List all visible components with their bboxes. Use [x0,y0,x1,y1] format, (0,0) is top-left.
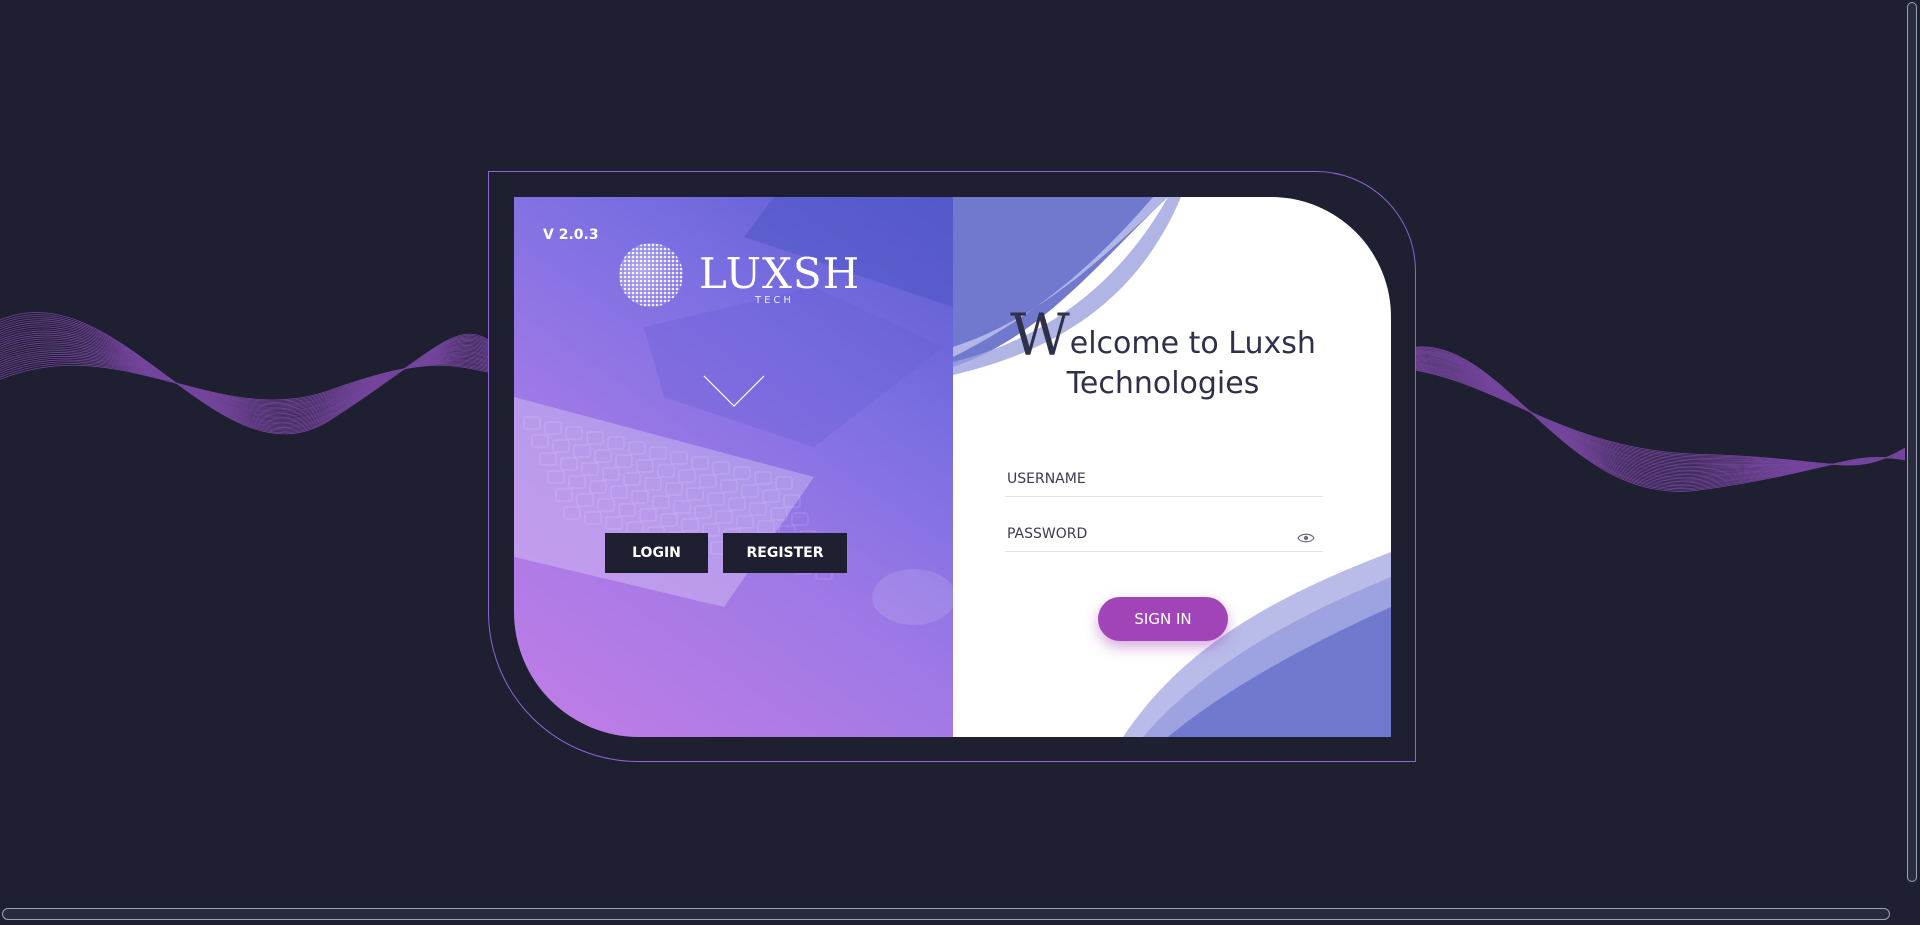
vertical-scrollbar[interactable] [1905,0,1920,925]
welcome-line2: Technologies [1066,366,1260,401]
login-page: V 2.0.3 LUXSH TECH LOGIN REGISTER Welcom… [0,0,1920,925]
username-field [1005,463,1323,497]
brand-panel: V 2.0.3 LUXSH TECH LOGIN REGISTER [514,197,953,737]
password-input[interactable] [1005,518,1287,542]
logo-subtitle: TECH [755,295,794,306]
login-form-panel: Welcome to Luxsh Technologies SIGN IN [953,197,1391,737]
brand-logo: LUXSH TECH [619,235,859,315]
vertical-scrollbar-thumb[interactable] [1907,2,1917,882]
password-field [1005,518,1323,552]
sign-in-button[interactable]: SIGN IN [1098,597,1228,641]
globe-icon [619,243,683,307]
welcome-initial: W [1010,301,1070,369]
auth-toggle-buttons: LOGIN REGISTER [605,533,847,573]
register-button[interactable]: REGISTER [723,533,847,573]
eye-icon[interactable] [1297,532,1315,544]
horizontal-scrollbar[interactable] [0,905,1905,925]
horizontal-scrollbar-thumb[interactable] [2,908,1890,920]
login-card: V 2.0.3 LUXSH TECH LOGIN REGISTER Welcom… [514,197,1391,737]
login-button[interactable]: LOGIN [605,533,708,573]
logo-wordmark: LUXSH [699,249,861,298]
username-input[interactable] [1005,463,1287,487]
chevron-down-icon [703,375,765,407]
welcome-line1: elcome to Luxsh [1069,326,1316,361]
welcome-heading: Welcome to Luxsh Technologies [993,306,1333,404]
version-label: V 2.0.3 [543,227,599,243]
